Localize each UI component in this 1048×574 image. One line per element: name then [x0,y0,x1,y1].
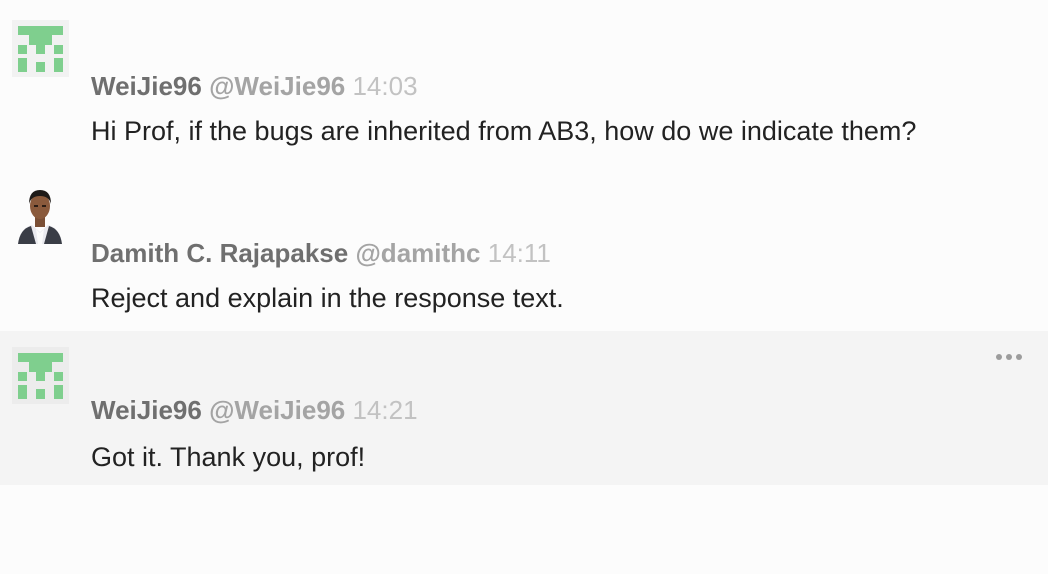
author-name[interactable]: Damith C. Rajapakse [91,238,348,268]
chat-message: Damith C. Rajapakse @damithc 14:11 Rejec… [0,168,1048,331]
identicon-avatar[interactable] [12,347,69,404]
more-horizontal-icon[interactable] [996,351,1024,361]
message-header: WeiJie96 @WeiJie96 14:03 [91,70,418,102]
chat-message: WeiJie96 @WeiJie96 14:03 Hi Prof, if the… [0,0,1048,168]
author-handle[interactable]: @WeiJie96 [209,395,345,425]
author-handle[interactable]: @WeiJie96 [209,71,345,101]
author-name[interactable]: WeiJie96 [91,395,202,425]
message-header: Damith C. Rajapakse @damithc 14:11 [91,237,551,269]
author-name[interactable]: WeiJie96 [91,71,202,101]
chat-message: WeiJie96 @WeiJie96 14:21 Got it. Thank y… [0,331,1048,485]
message-text: Reject and explain in the response text. [91,283,564,313]
message-text: Got it. Thank you, prof! [91,442,366,472]
message-timestamp[interactable]: 14:21 [352,395,417,425]
photo-avatar[interactable] [14,184,66,244]
message-timestamp[interactable]: 14:11 [488,238,551,268]
author-handle[interactable]: @damithc [355,238,480,268]
identicon-avatar[interactable] [12,20,69,77]
message-text: Hi Prof, if the bugs are inherited from … [91,116,917,146]
message-header: WeiJie96 @WeiJie96 14:21 [91,394,418,426]
chat-message-list: WeiJie96 @WeiJie96 14:03 Hi Prof, if the… [0,0,1048,574]
message-timestamp[interactable]: 14:03 [352,71,417,101]
